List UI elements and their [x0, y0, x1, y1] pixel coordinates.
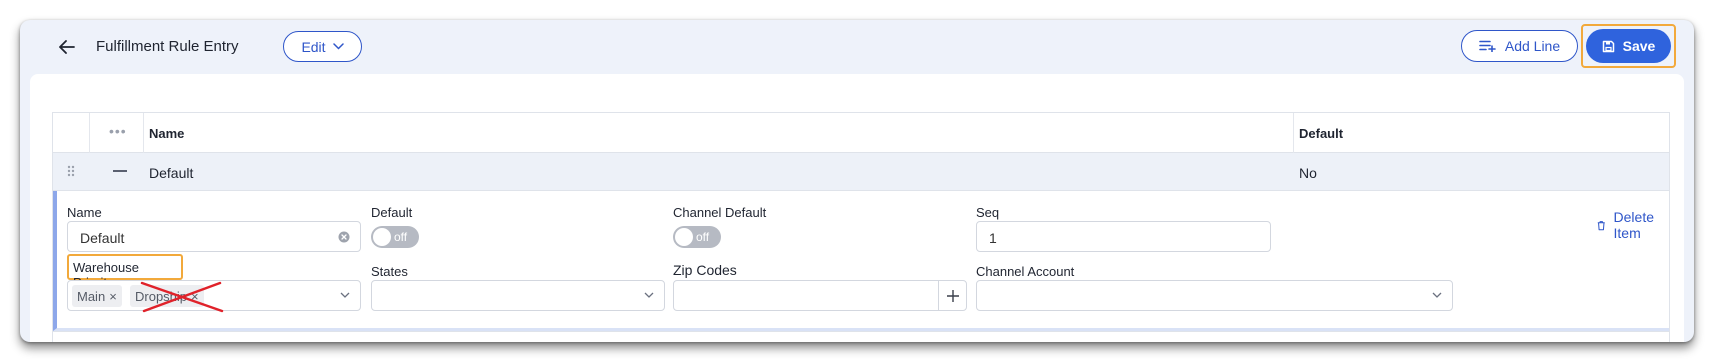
add-line-label: Add Line	[1504, 38, 1561, 54]
grid-header: ••• Name Default	[53, 113, 1669, 153]
default-toggle[interactable]: off	[371, 226, 419, 248]
name-field-label: Name	[67, 205, 102, 220]
column-header-name[interactable]: Name	[149, 126, 184, 141]
top-bar: Fulfillment Rule Entry Edit Add Line Sav…	[20, 20, 1694, 72]
edit-label: Edit	[301, 38, 326, 55]
chip-remove-icon[interactable]: ×	[109, 289, 117, 304]
column-divider	[143, 113, 144, 153]
plus-icon	[946, 289, 959, 302]
warehouse-priority-select[interactable]: Main × Dropship ×	[67, 280, 361, 313]
chip-label: Main	[77, 288, 106, 304]
more-options-icon[interactable]: •••	[109, 123, 127, 139]
channel-default-toggle[interactable]: off	[673, 226, 721, 248]
name-input-value: Default	[80, 230, 125, 246]
clear-icon[interactable]	[338, 231, 350, 243]
channel-default-toggle-state: off	[696, 230, 710, 244]
seq-input[interactable]: 1	[976, 221, 1271, 252]
column-divider	[89, 113, 90, 153]
toggle-knob	[675, 228, 693, 246]
warehouse-priority-highlight: Warehouse Priority	[67, 254, 183, 290]
channel-account-select[interactable]	[976, 280, 1453, 311]
default-field-label: Default	[371, 205, 413, 220]
toggle-knob	[373, 228, 391, 246]
states-select[interactable]	[371, 280, 665, 311]
back-button[interactable]	[54, 34, 80, 60]
row-default-cell: No	[1299, 165, 1317, 181]
add-zip-button[interactable]	[938, 281, 966, 310]
row-name-cell: Default	[149, 165, 194, 181]
save-button[interactable]: Save	[1586, 29, 1671, 63]
name-input[interactable]: Default	[67, 221, 361, 252]
delete-item-label: Delete Item	[1613, 209, 1654, 241]
collapse-row-icon[interactable]	[113, 163, 129, 177]
save-label: Save	[1622, 38, 1656, 54]
edit-dropdown-button[interactable]: Edit	[283, 31, 362, 62]
drag-handle-icon[interactable]	[67, 165, 75, 177]
column-divider	[1293, 113, 1294, 153]
content-panel: ••• Name Default Default No Name Default…	[30, 74, 1684, 342]
channel-account-field-label: Channel Account	[976, 264, 1075, 279]
chevron-down-icon	[340, 292, 350, 298]
floppy-disk-icon	[1602, 40, 1614, 52]
seq-field-label: Seq	[976, 205, 1000, 220]
add-line-button[interactable]: Add Line	[1461, 30, 1578, 62]
states-field-label: States	[371, 264, 408, 279]
chip-main: Main ×	[72, 285, 122, 307]
channel-default-field-label: Channel Default	[673, 205, 767, 220]
chevron-down-icon	[644, 292, 654, 298]
app-window: Fulfillment Rule Entry Edit Add Line Sav…	[20, 20, 1694, 342]
arrow-left-icon	[59, 40, 75, 54]
chevron-down-icon	[1432, 292, 1442, 298]
chevron-down-icon	[332, 43, 344, 50]
seq-input-value: 1	[989, 230, 997, 246]
empty-table-row	[53, 331, 1669, 342]
row-detail-form: Name Default Default off Channel Default	[53, 191, 1669, 331]
rules-grid: ••• Name Default Default No Name Default…	[52, 112, 1670, 342]
trash-icon	[1597, 220, 1605, 230]
default-toggle-state: off	[394, 230, 408, 244]
table-row[interactable]: Default No	[53, 153, 1669, 191]
page-title: Fulfillment Rule Entry	[96, 38, 239, 55]
zip-codes-field-label: Zip Codes	[673, 262, 737, 278]
zip-codes-input[interactable]	[673, 280, 967, 311]
column-header-default[interactable]: Default	[1299, 126, 1343, 141]
delete-item-button[interactable]: Delete Item	[1597, 209, 1669, 241]
playlist-add-icon	[1479, 40, 1496, 52]
strike-through-annotation	[140, 281, 224, 313]
